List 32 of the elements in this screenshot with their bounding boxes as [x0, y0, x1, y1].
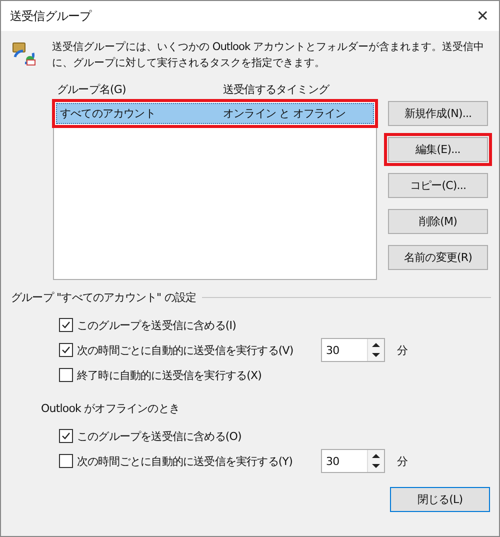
number-spinner[interactable]: 30 — [321, 449, 385, 473]
checkbox-label: 終了時に自動的に送受信を実行する(X) — [77, 368, 262, 382]
checkbox-label: 次の時間ごとに自動的に送受信を実行する(Y) — [77, 454, 293, 468]
dialog-button[interactable]: 名前の変更(R) — [388, 245, 488, 270]
section-title: Outlook がオフラインのとき — [41, 401, 181, 416]
unit-label: 分 — [397, 454, 408, 468]
checkbox[interactable] — [59, 454, 73, 468]
dialog-button[interactable]: 削除(M) — [388, 209, 488, 234]
list-row[interactable]: すべてのアカウント オンライン と オフライン — [56, 103, 374, 124]
send-receive-icon — [11, 41, 37, 67]
checkbox[interactable] — [59, 343, 73, 357]
checkbox-label: このグループを送受信に含める(I) — [77, 318, 236, 332]
close-button[interactable]: ✕ — [466, 1, 499, 32]
check-icon — [61, 320, 71, 330]
close-dialog-button[interactable]: 閉じる(L) — [390, 487, 490, 512]
checkbox[interactable] — [59, 318, 73, 332]
checkbox-label: このグループを送受信に含める(O) — [77, 428, 242, 444]
check-icon — [61, 345, 71, 355]
description-text: 送受信グループには、いくつかの Outlook アカウントとフォルダーが含まれます。送受信中に、グループに対して実行されるタスクを指定できます。 — [52, 40, 485, 71]
checkbox[interactable] — [59, 429, 73, 443]
section-title: グループ "すべてのアカウント" の設定 — [11, 290, 196, 305]
dialog-button[interactable]: コピー(C)... — [388, 173, 488, 198]
unit-label: 分 — [397, 342, 408, 358]
checkbox[interactable] — [59, 368, 73, 382]
number-spinner[interactable]: 30 — [321, 338, 385, 362]
dialog-button[interactable]: 編集(E)... — [388, 137, 488, 162]
checkbox-label: 次の時間ごとに自動的に送受信を実行する(V) — [77, 342, 294, 358]
column-header: 送受信するタイミング — [223, 82, 330, 97]
column-header: グループ名(G) — [56, 82, 127, 97]
dialog-button[interactable]: 新規作成(N)... — [388, 101, 488, 126]
window-title: 送受信グループ — [9, 8, 92, 24]
check-icon — [61, 431, 71, 441]
